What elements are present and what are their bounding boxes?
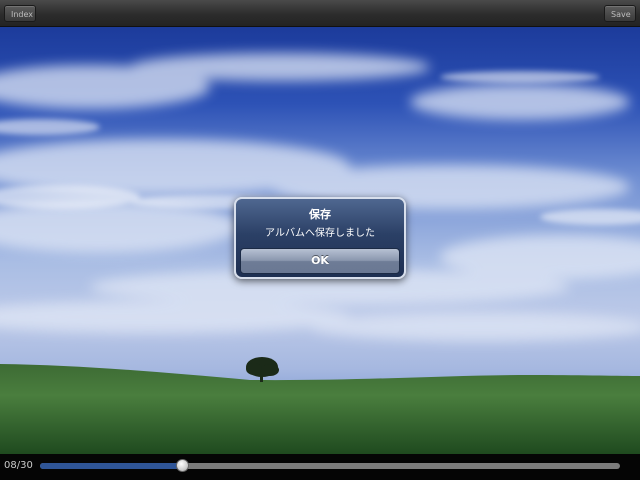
index-button[interactable]: Index <box>4 5 36 22</box>
photo-slider-fill <box>40 463 183 469</box>
ok-button[interactable]: OK <box>240 248 400 274</box>
save-button[interactable]: Save <box>604 5 636 22</box>
top-toolbar: Index Save <box>0 0 640 27</box>
photo-slider-track[interactable] <box>40 459 620 472</box>
photo-slider-thumb[interactable] <box>176 459 190 472</box>
page-counter: 08/30 <box>4 460 33 471</box>
alert-title: 保存 <box>309 208 331 221</box>
alert-message: アルバムへ保存しました <box>265 228 375 239</box>
bottom-bar: 08/30 <box>0 454 640 480</box>
save-alert-dialog: 保存 アルバムへ保存しました OK <box>234 197 406 279</box>
